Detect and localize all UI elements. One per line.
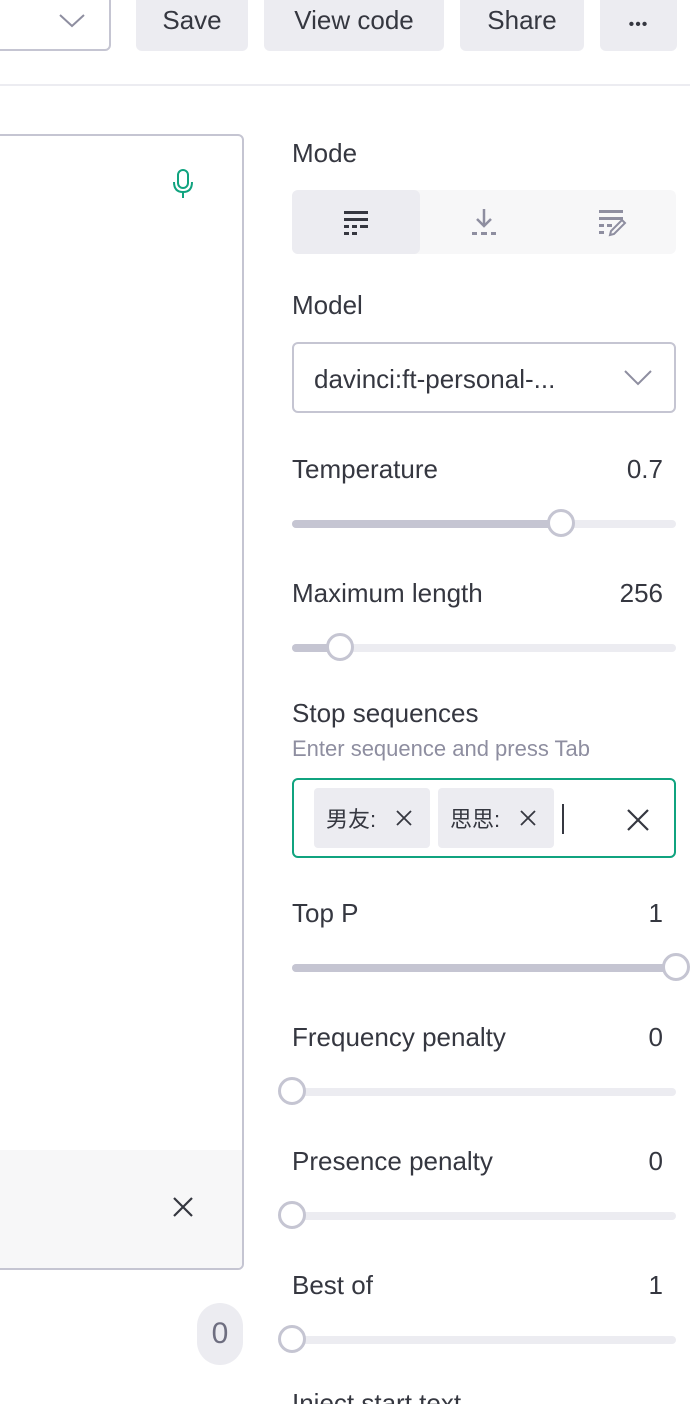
top-toolbar: Save View code Share ••• — [0, 0, 690, 86]
chevron-down-icon — [624, 370, 652, 386]
close-icon[interactable] — [520, 810, 536, 826]
temperature-value: 0.7 — [626, 454, 663, 484]
chip-label: 思思: — [450, 807, 501, 832]
token-count-badge: 0 — [197, 1303, 243, 1365]
text-cursor — [562, 804, 564, 834]
presence-penalty-label: Presence penalty — [292, 1146, 493, 1176]
editor-footer — [0, 1150, 242, 1268]
mode-edit-button[interactable] — [548, 190, 676, 254]
max-length-slider[interactable] — [292, 633, 676, 661]
slider-thumb[interactable] — [546, 509, 575, 537]
insert-mode-icon — [472, 209, 496, 235]
temperature-slider[interactable] — [292, 509, 676, 537]
stop-sequence-chip: 男友: — [314, 788, 430, 848]
slider-thumb[interactable] — [278, 1201, 306, 1229]
inject-start-text-label: Inject start text — [292, 1388, 462, 1404]
mode-label: Mode — [292, 138, 358, 168]
model-select[interactable]: davinci:ft-personal-... — [292, 342, 676, 413]
share-button[interactable]: Share — [460, 0, 584, 51]
presence-penalty-slider[interactable] — [278, 1201, 676, 1229]
stop-sequences-input[interactable]: 男友: 思思: — [292, 778, 676, 858]
model-label: Model — [292, 290, 363, 320]
best-of-label: Best of — [292, 1270, 373, 1300]
close-icon[interactable] — [396, 810, 412, 826]
model-value: davinci:ft-personal-... — [314, 364, 556, 394]
save-button[interactable]: Save — [136, 0, 248, 51]
more-icon: ••• — [628, 16, 649, 33]
complete-mode-icon — [344, 211, 368, 235]
frequency-penalty-value: 0 — [648, 1022, 663, 1052]
preset-select[interactable] — [0, 0, 111, 51]
top-p-label: Top P — [292, 898, 359, 928]
slider-fill — [292, 520, 561, 528]
microphone-icon[interactable] — [172, 168, 194, 200]
close-icon[interactable] — [172, 1196, 194, 1218]
mode-selector — [292, 190, 676, 254]
top-p-slider[interactable] — [292, 953, 690, 981]
view-code-button[interactable]: View code — [264, 0, 444, 51]
frequency-penalty-label: Frequency penalty — [292, 1022, 506, 1052]
prompt-editor[interactable] — [0, 134, 244, 1270]
top-p-value: 1 — [648, 898, 663, 928]
slider-thumb[interactable] — [278, 1325, 306, 1353]
mode-insert-button[interactable] — [420, 190, 548, 254]
max-length-value: 256 — [619, 578, 663, 608]
stop-sequences-label: Stop sequences — [292, 698, 479, 728]
presence-penalty-value: 0 — [648, 1146, 663, 1176]
best-of-value: 1 — [648, 1270, 663, 1300]
slider-fill — [292, 964, 676, 972]
slider-thumb[interactable] — [326, 633, 354, 661]
chevron-down-icon — [59, 14, 85, 28]
stop-sequence-chip: 思思: — [438, 788, 554, 848]
clear-icon[interactable] — [626, 808, 650, 832]
stop-sequences-hint: Enter sequence and press Tab — [292, 736, 591, 761]
max-length-label: Maximum length — [292, 578, 483, 608]
frequency-penalty-slider[interactable] — [278, 1077, 676, 1105]
temperature-label: Temperature — [292, 454, 438, 484]
slider-thumb[interactable] — [278, 1077, 306, 1105]
mode-complete-button[interactable] — [292, 190, 420, 254]
edit-mode-icon — [599, 210, 627, 237]
best-of-slider[interactable] — [278, 1325, 676, 1353]
slider-thumb[interactable] — [662, 953, 690, 981]
more-options-button[interactable]: ••• — [600, 0, 677, 51]
chip-label: 男友: — [326, 807, 377, 832]
